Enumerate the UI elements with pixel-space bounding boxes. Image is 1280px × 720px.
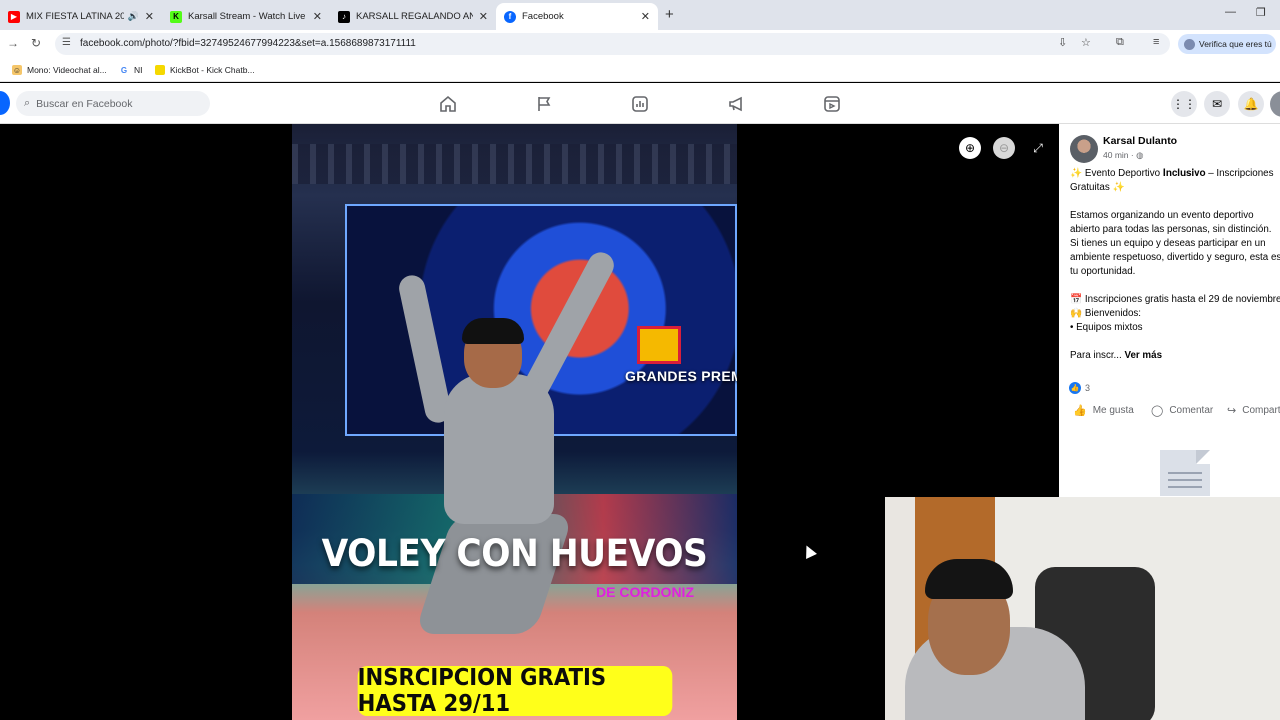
post-paragraph-2: Estamos organizando un evento deportivo … xyxy=(1070,210,1280,277)
ads-megaphone-icon[interactable] xyxy=(725,93,747,115)
webcam-overlay xyxy=(885,497,1280,720)
speaker-icon[interactable]: 🔊 xyxy=(128,11,139,22)
globe-icon: ◍ xyxy=(1136,150,1144,160)
minimize-icon[interactable]: — xyxy=(1225,6,1236,18)
tiktok-icon: ♪ xyxy=(338,10,350,23)
mono-icon: ☺ xyxy=(12,65,22,75)
fullscreen-icon[interactable]: ⤢ xyxy=(1027,137,1049,159)
reading-list-icon[interactable]: ≡ xyxy=(1153,36,1159,48)
bookmark-ni[interactable]: G NI xyxy=(119,65,143,75)
close-tab-icon[interactable]: ✕ xyxy=(313,10,322,23)
document-line xyxy=(1168,486,1202,488)
dashboard-icon[interactable] xyxy=(629,93,651,115)
facebook-topbar: ⌕ Buscar en Facebook ⋮⋮ ✉ 🔔 xyxy=(0,83,1280,124)
verify-label: Verifica que eres tú xyxy=(1199,39,1272,49)
menu-grid-icon[interactable]: ⋮⋮ xyxy=(1171,91,1197,117)
author-avatar[interactable] xyxy=(1070,135,1098,163)
gift-icon xyxy=(637,326,681,364)
bookmark-star-icon[interactable]: ☆ xyxy=(1081,36,1091,49)
tab-title: Karsall Stream - Watch Live on xyxy=(188,11,307,22)
restore-icon[interactable]: ❐ xyxy=(1256,6,1266,19)
reactions-summary[interactable]: 👍 3 xyxy=(1069,382,1090,394)
document-line xyxy=(1168,479,1202,481)
poster-headline: VOLEY CON HUEVOS xyxy=(321,532,708,575)
comment-button[interactable]: ◯ Comentar xyxy=(1151,404,1213,417)
messenger-icon[interactable]: ✉ xyxy=(1204,91,1230,117)
document-line xyxy=(1168,472,1202,474)
bookmark-label: Mono: Videochat al... xyxy=(27,65,107,75)
post-author[interactable]: Karsal Dulanto xyxy=(1103,135,1177,147)
like-label: Me gusta xyxy=(1092,405,1134,416)
thumbs-up-icon: 👍 xyxy=(1073,405,1087,417)
bookmark-mono[interactable]: ☺ Mono: Videochat al... xyxy=(12,65,107,75)
like-reaction-icon: 👍 xyxy=(1069,382,1081,394)
post-paragraph-3: 📅 Inscripciones gratis hasta el 29 de no… xyxy=(1070,294,1280,333)
home-icon[interactable] xyxy=(437,93,459,115)
tab-title: KARSALL REGALANDO ANTICU xyxy=(356,11,473,22)
poster-subheadline: DE CORDONIZ xyxy=(596,584,694,600)
reload-icon[interactable]: ↻ xyxy=(31,36,41,50)
new-tab-icon[interactable]: + xyxy=(665,6,674,23)
url-text[interactable]: facebook.com/photo/?fbid=327495246779942… xyxy=(80,38,416,49)
search-placeholder: Buscar en Facebook xyxy=(36,97,133,110)
kick-icon: K xyxy=(170,10,182,23)
tab-tiktok[interactable]: ♪ KARSALL REGALANDO ANTICU ✕ xyxy=(330,3,496,30)
profile-avatar[interactable] xyxy=(1270,91,1280,117)
post-paragraph-4: Para inscr... Ver más xyxy=(1070,349,1280,363)
install-app-icon[interactable]: ⇩ xyxy=(1058,36,1067,49)
extensions-icon[interactable]: ⧉ xyxy=(1116,36,1124,49)
poster-banner: INSRCIPCION GRATIS HASTA 29/11 xyxy=(357,665,673,717)
figure-torso xyxy=(444,374,554,524)
browser-tab-strip: ▶ MIX FIESTA LATINA 2025 Di 🔊 ✕ K Karsal… xyxy=(0,0,1280,30)
event-poster-image[interactable]: GRANDES PREMIOS VOLEY CON HUEVOS DE CORD… xyxy=(292,124,737,720)
kickbot-icon xyxy=(155,65,165,75)
post-time-text: 40 min · xyxy=(1103,150,1137,160)
tab-facebook[interactable]: f Facebook ✕ xyxy=(496,3,658,30)
tab-title: MIX FIESTA LATINA 2025 Di xyxy=(26,11,124,22)
share-label: Compartir xyxy=(1242,405,1280,416)
bookmark-label: NI xyxy=(134,65,143,75)
facebook-logo[interactable] xyxy=(0,91,10,115)
video-icon[interactable] xyxy=(821,93,843,115)
address-bar[interactable]: ☰ facebook.com/photo/?fbid=3274952467799… xyxy=(55,33,1170,55)
bookmark-kickbot[interactable]: KickBot - Kick Chatb... xyxy=(155,65,255,75)
comment-label: Comentar xyxy=(1169,405,1214,416)
notifications-icon[interactable]: 🔔 xyxy=(1238,91,1264,117)
post-truncated-text: Para inscr... xyxy=(1070,350,1125,361)
post-paragraph-1: ✨ Evento Deportivo 𝐈𝐧𝐜𝐥𝐮𝐬𝐢𝐯𝐨 – Inscripci… xyxy=(1070,168,1274,193)
pages-flag-icon[interactable] xyxy=(533,93,555,115)
search-icon: ⌕ xyxy=(24,97,31,109)
tab-youtube[interactable]: ▶ MIX FIESTA LATINA 2025 Di 🔊 ✕ xyxy=(0,3,162,30)
document-icon xyxy=(1160,450,1210,496)
close-tab-icon[interactable]: ✕ xyxy=(641,10,650,23)
reaction-count: 3 xyxy=(1085,383,1091,393)
facebook-icon: f xyxy=(504,10,516,23)
youtube-icon: ▶ xyxy=(8,10,20,23)
google-icon: G xyxy=(120,65,128,75)
zoom-out-icon[interactable]: ⊖ xyxy=(993,137,1015,159)
see-more-link[interactable]: Ver más xyxy=(1124,350,1162,361)
profile-icon xyxy=(1184,38,1195,50)
tab-kick[interactable]: K Karsall Stream - Watch Live on ✕ xyxy=(162,3,330,30)
site-info-icon[interactable]: ☰ xyxy=(62,37,71,48)
like-button[interactable]: 👍 Me gusta xyxy=(1073,404,1134,417)
share-button[interactable]: ↪ Compartir xyxy=(1227,404,1280,417)
facebook-search[interactable]: ⌕ Buscar en Facebook xyxy=(16,91,210,116)
zoom-in-icon[interactable]: ⊕ xyxy=(959,137,981,159)
comment-icon: ◯ xyxy=(1151,405,1164,417)
bookmarks-bar: ☺ Mono: Videochat al... G NI KickBot - K… xyxy=(0,58,1280,82)
webcam-person-hair xyxy=(925,559,1013,599)
stage-truss xyxy=(292,144,737,184)
screen-label: GRANDES PREMIOS xyxy=(625,368,737,384)
tab-title: Facebook xyxy=(522,11,564,22)
close-tab-icon[interactable]: ✕ xyxy=(145,10,154,23)
bookmark-label: KickBot - Kick Chatb... xyxy=(170,65,255,75)
forward-icon[interactable]: → xyxy=(7,36,19,50)
figure-hair xyxy=(462,318,524,344)
share-icon: ↪ xyxy=(1227,405,1237,417)
verify-profile-button[interactable]: Verifica que eres tú xyxy=(1178,34,1276,54)
close-tab-icon[interactable]: ✕ xyxy=(479,10,488,23)
post-time[interactable]: 40 min · ◍ xyxy=(1103,150,1144,161)
